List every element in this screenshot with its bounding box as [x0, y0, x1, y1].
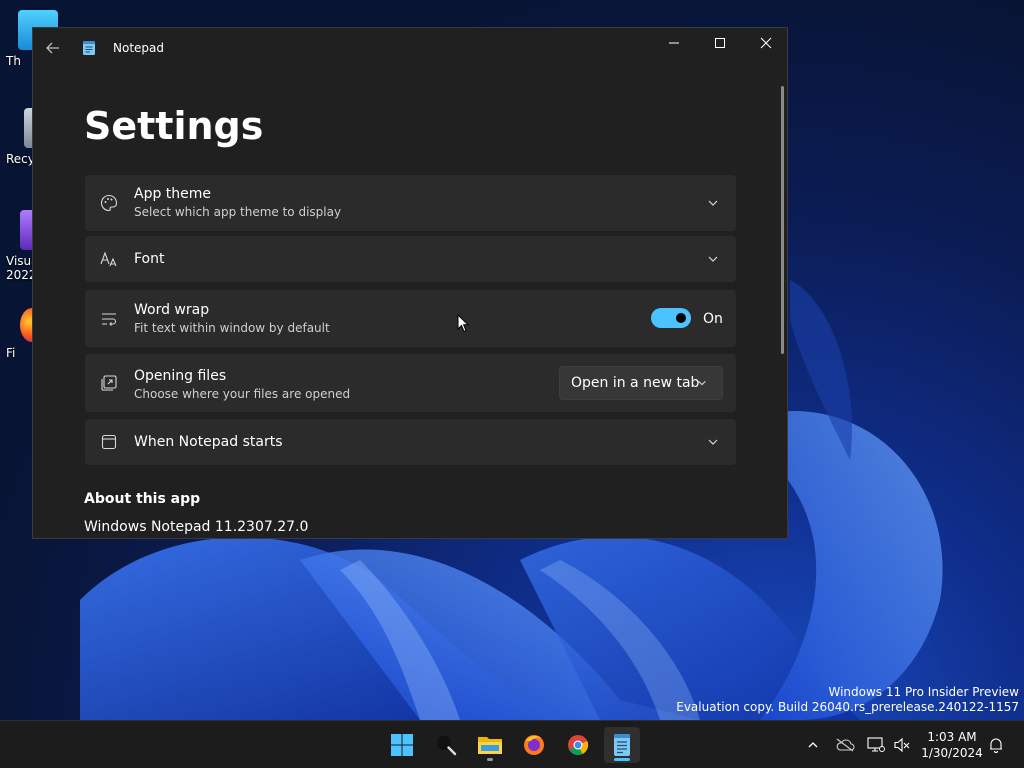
onedrive-tray-button[interactable]: [835, 735, 855, 755]
setting-subtitle: Choose where your files are opened: [134, 387, 351, 401]
chevron-down-icon[interactable]: [706, 196, 720, 210]
watermark-line: Evaluation copy. Build 26040.rs_prerelea…: [676, 700, 1019, 714]
window-title: Notepad: [113, 41, 164, 55]
network-tray-button[interactable]: [866, 735, 886, 755]
back-button[interactable]: [41, 36, 65, 60]
notepad-taskbar-button[interactable]: [604, 727, 640, 763]
volume-muted-icon: [894, 737, 910, 753]
app-version: Windows Notepad 11.2307.27.0: [84, 519, 309, 535]
setting-font[interactable]: Font: [85, 236, 736, 282]
start-button[interactable]: [384, 727, 420, 763]
palette-icon: [99, 193, 119, 213]
file-explorer-button[interactable]: [472, 727, 508, 763]
chevron-down-icon[interactable]: [706, 435, 720, 449]
search-button[interactable]: [428, 727, 464, 763]
file-explorer-icon: [478, 737, 502, 754]
system-clock[interactable]: 1:03 AM 1/30/2024: [920, 729, 984, 761]
active-indicator: [614, 758, 630, 761]
opening-files-dropdown[interactable]: Open in a new tab: [559, 366, 723, 400]
notepad-window: Notepad Settings App theme Select which …: [32, 27, 788, 539]
chevron-down-icon: [696, 377, 708, 389]
setting-app-theme[interactable]: App theme Select which app theme to disp…: [85, 175, 736, 231]
evaluation-watermark: Windows 11 Pro Insider Preview Evaluatio…: [676, 685, 1019, 715]
about-section-title: About this app: [84, 491, 201, 507]
setting-subtitle: Select which app theme to display: [134, 205, 342, 219]
chevron-up-icon: [808, 742, 818, 748]
setting-when-notepad-starts[interactable]: When Notepad starts: [85, 419, 736, 465]
bell-icon: [990, 738, 1002, 753]
chrome-button[interactable]: [560, 727, 596, 763]
setting-opening-files[interactable]: Opening files Choose where your files ar…: [85, 354, 736, 412]
taskbar: 1:03 AM 1/30/2024: [0, 720, 1024, 768]
notifications-button[interactable]: [986, 735, 1006, 755]
setting-title: When Notepad starts: [134, 434, 283, 450]
network-icon: [867, 737, 885, 752]
title-bar[interactable]: Notepad: [33, 28, 787, 68]
notepad-icon: [83, 41, 95, 55]
setting-title: Word wrap: [134, 302, 210, 318]
setting-word-wrap[interactable]: Word wrap Fit text within window by defa…: [85, 290, 736, 347]
clock-time: 1:03 AM: [927, 730, 977, 744]
search-icon: [437, 736, 457, 756]
maximize-icon: [715, 38, 725, 48]
watermark-line: Windows 11 Pro Insider Preview: [828, 685, 1019, 699]
minimize-icon: [669, 42, 679, 44]
firefox-button[interactable]: [516, 727, 552, 763]
maximize-button[interactable]: [697, 28, 743, 58]
setting-subtitle: Fit text within window by default: [134, 321, 330, 335]
toggle-knob: [676, 313, 686, 323]
arrow-left-icon: [46, 42, 59, 54]
dropdown-selected-value: Open in a new tab: [571, 375, 700, 391]
page-title: Settings: [84, 104, 264, 148]
start-icon: [391, 734, 413, 756]
scrollbar[interactable]: [781, 86, 784, 354]
running-indicator: [487, 758, 493, 761]
setting-title: Font: [134, 251, 165, 267]
open-files-icon: [99, 373, 119, 393]
cloud-offline-icon: [836, 738, 855, 752]
setting-title: App theme: [134, 186, 212, 202]
close-icon: [760, 37, 772, 49]
firefox-icon: [524, 735, 544, 755]
toggle-state-label: On: [703, 311, 723, 327]
chevron-down-icon[interactable]: [706, 252, 720, 266]
word-wrap-icon: [99, 309, 119, 329]
close-button[interactable]: [743, 28, 787, 58]
minimize-button[interactable]: [651, 28, 697, 58]
font-icon: [99, 249, 119, 269]
mouse-cursor-icon: [457, 314, 469, 333]
chrome-icon: [568, 735, 589, 756]
window-icon: [99, 432, 119, 452]
notepad-icon: [614, 734, 630, 756]
show-hidden-icons-button[interactable]: [803, 735, 823, 755]
setting-title: Opening files: [134, 368, 227, 384]
volume-tray-button[interactable]: [892, 735, 912, 755]
word-wrap-toggle[interactable]: [651, 308, 691, 328]
clock-date: 1/30/2024: [921, 746, 983, 760]
